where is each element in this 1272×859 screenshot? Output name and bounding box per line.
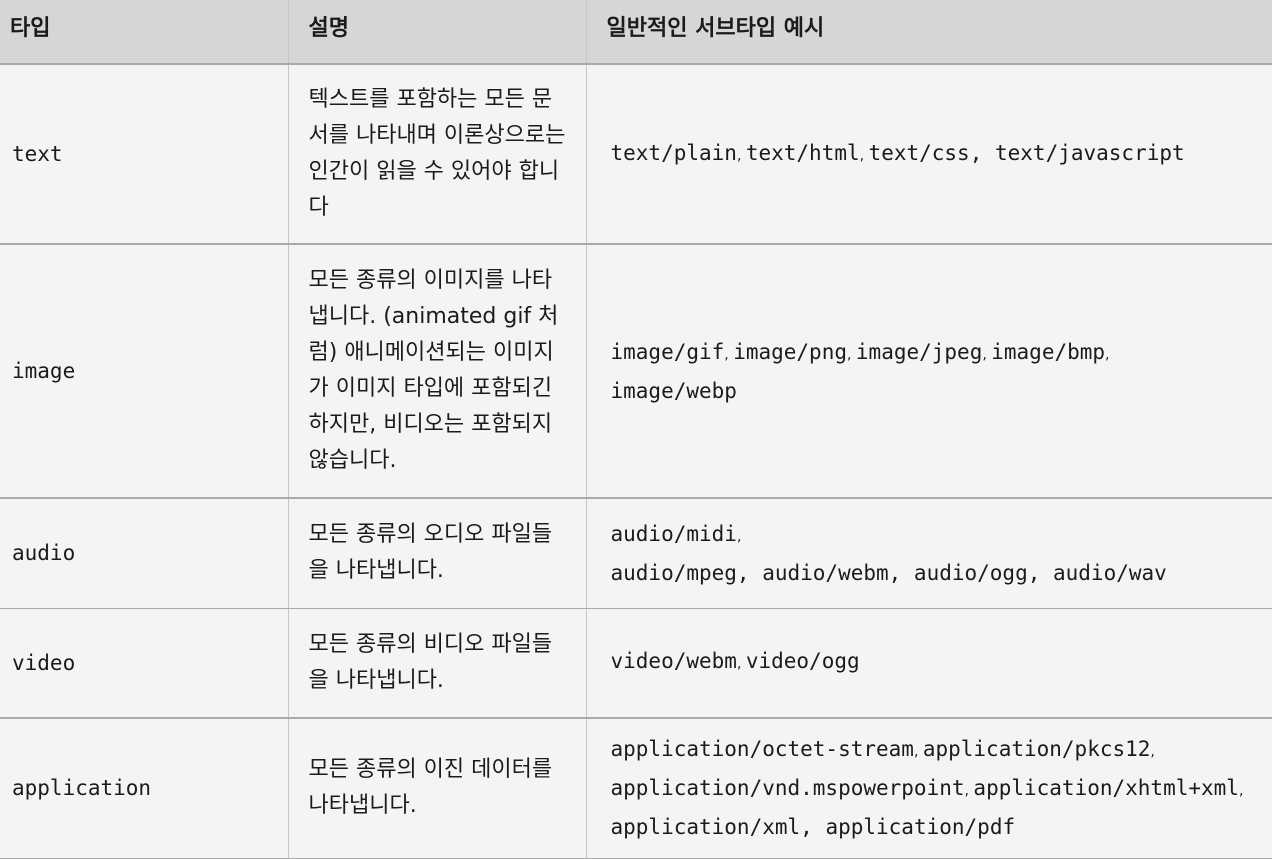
subtype-code: image/png (733, 340, 847, 364)
separator: , (737, 529, 741, 545)
subtype-code: application/xml (611, 815, 801, 839)
table-row: image 모든 종류의 이미지를 나타냅니다. (animated gif 처… (0, 244, 1272, 498)
header-type: 타입 (0, 0, 288, 64)
separator: , (1239, 783, 1243, 799)
type-cell: audio (0, 498, 288, 608)
subtype-code: text/css (869, 141, 970, 165)
examples-line: image/gif, image/png, image/jpeg, image/… (611, 334, 1272, 373)
subtype-code: application/xhtml+xml (973, 776, 1239, 800)
separator: , (724, 347, 733, 363)
subtype-code: video/ogg (746, 649, 860, 673)
separator: , (847, 347, 856, 363)
description-cell: 텍스트를 포함하는 모든 문서를 나타내며 이론상으로는 인간이 읽을 수 있어… (288, 64, 586, 244)
subtype-code: image/webp (611, 379, 737, 403)
table-row: application 모든 종류의 이진 데이터를 나타냅니다. applic… (0, 718, 1272, 858)
table-row: text 텍스트를 포함하는 모든 문서를 나타내며 이론상으로는 인간이 읽을… (0, 64, 1272, 244)
description-cell: 모든 종류의 오디오 파일들을 나타냅니다. (288, 498, 586, 608)
subtype-code: text/javascript (995, 141, 1185, 165)
subtype-code: video/webm (611, 649, 737, 673)
header-examples: 일반적인 서브타입 예시 (586, 0, 1272, 64)
subtype-code: application/vnd.mspowerpoint (611, 776, 965, 800)
type-cell: text (0, 64, 288, 244)
description-cell: 모든 종류의 이진 데이터를 나타냅니다. (288, 718, 586, 858)
description-cell: 모든 종류의 비디오 파일들을 나타냅니다. (288, 608, 586, 718)
subtype-code: application/pkcs12 (923, 737, 1151, 761)
table-row: audio 모든 종류의 오디오 파일들을 나타냅니다. audio/midi,… (0, 498, 1272, 608)
mime-types-table: 타입 설명 일반적인 서브타입 예시 text 텍스트를 포함하는 모든 문서를… (0, 0, 1272, 859)
examples-cell: application/octet-stream, application/pk… (586, 718, 1272, 858)
examples-cell: text/plain, text/html, text/css, text/ja… (586, 64, 1272, 244)
separator: , (970, 141, 995, 165)
separator: , (914, 744, 923, 760)
examples-cell: image/gif, image/png, image/jpeg, image/… (586, 244, 1272, 498)
subtype-code: text/plain (611, 141, 737, 165)
examples-cell: audio/midi, audio/mpeg, audio/webm, audi… (586, 498, 1272, 608)
subtype-code: text/html (746, 141, 860, 165)
separator: , (982, 347, 991, 363)
examples-line: image/webp (611, 373, 1272, 409)
separator: , (737, 148, 746, 164)
examples-line: application/vnd.mspowerpoint, applicatio… (611, 770, 1272, 809)
examples-line: audio/mpeg, audio/webm, audio/ogg, audio… (611, 555, 1272, 591)
separator: , (737, 656, 746, 672)
type-cell: application (0, 718, 288, 858)
subtype-code: image/gif (611, 340, 725, 364)
examples-cell: video/webm, video/ogg (586, 608, 1272, 718)
examples-line: text/plain, text/html, text/css, text/ja… (611, 135, 1272, 174)
separator: , (1105, 347, 1109, 363)
separator: , (800, 815, 825, 839)
subtype-code: application/pdf (825, 815, 1015, 839)
subtype-code: image/jpeg (856, 340, 982, 364)
header-description: 설명 (288, 0, 586, 64)
subtype-code: application/octet-stream (611, 737, 914, 761)
examples-line: application/xml, application/pdf (611, 809, 1272, 845)
separator: , (860, 148, 869, 164)
separator: , (1150, 744, 1154, 760)
subtype-code: audio/midi (611, 522, 737, 546)
subtype-code: image/bmp (991, 340, 1105, 364)
subtype-code: audio/mpeg, audio/webm, audio/ogg, audio… (611, 561, 1167, 585)
type-cell: video (0, 608, 288, 718)
examples-line: video/webm, video/ogg (611, 643, 1272, 682)
examples-line: application/octet-stream, application/pk… (611, 731, 1272, 770)
table-row: video 모든 종류의 비디오 파일들을 나타냅니다. video/webm,… (0, 608, 1272, 718)
type-cell: image (0, 244, 288, 498)
examples-line: audio/midi, (611, 516, 1272, 555)
header-row: 타입 설명 일반적인 서브타입 예시 (0, 0, 1272, 64)
description-cell: 모든 종류의 이미지를 나타냅니다. (animated gif 처럼) 애니메… (288, 244, 586, 498)
